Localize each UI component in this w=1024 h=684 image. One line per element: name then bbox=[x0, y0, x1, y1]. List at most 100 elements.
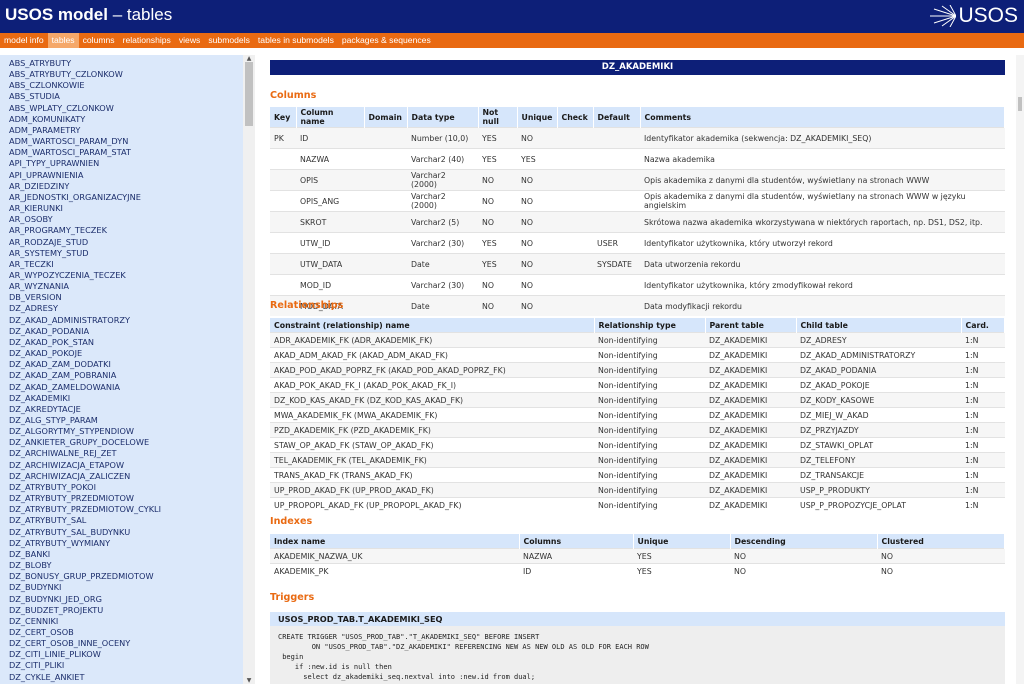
table-cell: 1:N bbox=[961, 332, 1005, 348]
table-row: AKAD_POD_AKAD_POPRZ_FK (AKAD_POD_AKAD_PO… bbox=[270, 362, 1005, 378]
sidebar-table-link[interactable]: DZ_CERT_OSOB bbox=[9, 627, 243, 638]
sidebar-table-link[interactable]: DZ_BLOBY bbox=[9, 560, 243, 571]
table-cell: AKAD_POD_AKAD_POPRZ_FK (AKAD_POD_AKAD_PO… bbox=[270, 362, 594, 378]
sidebar-table-link[interactable]: DZ_AKAD_POKOJE bbox=[9, 348, 243, 359]
page-title: USOS model – tables bbox=[5, 5, 172, 25]
sidebar-table-link[interactable]: ABS_ATRYBUTY bbox=[9, 58, 243, 69]
nav-item-packages-sequences[interactable]: packages & sequences bbox=[338, 33, 435, 48]
table-cell bbox=[557, 295, 593, 316]
sidebar-table-link[interactable]: AR_DZIEDZINY bbox=[9, 181, 243, 192]
sidebar-table-link[interactable]: DZ_CENNIKI bbox=[9, 616, 243, 627]
nav-item-tables-in-submodels[interactable]: tables in submodels bbox=[254, 33, 338, 48]
sidebar-scroll-thumb[interactable] bbox=[245, 62, 253, 126]
sidebar-table-link[interactable]: ABS_STUDIA bbox=[9, 91, 243, 102]
nav-item-tables[interactable]: tables bbox=[47, 33, 79, 48]
table-cell: DZ_TRANSAKCJE bbox=[796, 467, 961, 483]
sidebar-table-link[interactable]: DB_VERSION bbox=[9, 292, 243, 303]
sidebar-table-link[interactable]: DZ_AKADEMIKI bbox=[9, 393, 243, 404]
sidebar-table-link[interactable]: DZ_AKAD_ZAM_DODATKI bbox=[9, 359, 243, 370]
sidebar-table-link[interactable]: DZ_ATRYBUTY_SAL bbox=[9, 515, 243, 526]
sidebar-table-link[interactable]: ADM_WARTOSCI_PARAM_DYN bbox=[9, 136, 243, 147]
sidebar-table-link[interactable]: ABS_WPLATY_CZLONKOW bbox=[9, 103, 243, 114]
table-cell bbox=[557, 169, 593, 191]
sidebar-table-link[interactable]: DZ_CITI_LINIE_PLIKOW bbox=[9, 649, 243, 660]
nav-item-submodels[interactable]: submodels bbox=[204, 33, 254, 48]
sidebar-table-link[interactable]: DZ_AKAD_POK_STAN bbox=[9, 337, 243, 348]
sidebar-table-link[interactable]: ADM_PARAMETRY bbox=[9, 125, 243, 136]
sidebar-table-link[interactable]: DZ_ATRYBUTY_POKOI bbox=[9, 482, 243, 493]
sidebar-table-link[interactable]: DZ_ATRYBUTY_WYMIANY bbox=[9, 538, 243, 549]
table-row: AKAD_ADM_AKAD_FK (AKAD_ADM_AKAD_FK) Non-i… bbox=[270, 347, 1005, 363]
table-cell: DZ_AKADEMIKI bbox=[705, 482, 796, 498]
sidebar-table-link[interactable]: DZ_BONUSY_GRUP_PRZEDMIOTOW bbox=[9, 571, 243, 582]
sidebar-table-link[interactable]: AR_WYZNANIA bbox=[9, 281, 243, 292]
sidebar-table-link[interactable]: DZ_ATRYBUTY_SAL_BUDYNKU bbox=[9, 527, 243, 538]
sidebar-table-link[interactable]: AR_WYPOZYCZENIA_TECZEK bbox=[9, 270, 243, 281]
sidebar-table-link[interactable]: DZ_ATRYBUTY_PRZEDMIOTOW_CYKLI bbox=[9, 504, 243, 515]
table-cell: 1:N bbox=[961, 347, 1005, 363]
sidebar-table-link[interactable]: AR_SYSTEMY_STUD bbox=[9, 248, 243, 259]
table-cell: SKROT bbox=[296, 211, 364, 233]
sidebar-table-link[interactable]: AR_OSOBY bbox=[9, 214, 243, 225]
table-cell bbox=[364, 232, 407, 254]
sidebar-table-link[interactable]: DZ_ADRESY bbox=[9, 303, 243, 314]
nav-item-views[interactable]: views bbox=[175, 33, 205, 48]
scroll-down-icon[interactable]: ▼ bbox=[243, 677, 255, 684]
sidebar-table-link[interactable]: AR_KIERUNKI bbox=[9, 203, 243, 214]
sidebar-table-link[interactable]: DZ_BANKI bbox=[9, 549, 243, 560]
nav-item-model-info[interactable]: model info bbox=[0, 33, 48, 48]
sidebar-table-link[interactable]: ADM_KOMUNIKATY bbox=[9, 114, 243, 125]
indexes-table: Index name Columns Unique Descending Cluster… bbox=[270, 534, 1005, 578]
table-cell: NO bbox=[517, 295, 557, 316]
sidebar-table-link[interactable]: API_UPRAWNIENIA bbox=[9, 170, 243, 181]
sidebar-scrollbar[interactable]: ▲ ▼ bbox=[243, 55, 255, 684]
sidebar-table-link[interactable]: DZ_CITI_PLIKI bbox=[9, 660, 243, 671]
sidebar-table-link[interactable]: API_TYPY_UPRAWNIEN bbox=[9, 158, 243, 169]
table-cell: YES bbox=[517, 148, 557, 170]
table-cell: DZ_AKADEMIKI bbox=[705, 437, 796, 453]
sidebar-table-link[interactable]: AR_JEDNOSTKI_ORGANIZACYJNE bbox=[9, 192, 243, 203]
table-cell: Non-identifying bbox=[594, 467, 705, 483]
table-cell: Identyfikator użytkownika, który utworzy… bbox=[640, 232, 1005, 254]
sidebar-table-link[interactable]: ABS_ATRYBUTY_CZLONKOW bbox=[9, 69, 243, 80]
table-cell: Number (10,0) bbox=[407, 127, 478, 149]
sidebar-table-link[interactable]: DZ_ARCHIWIZACJA_ETAPOW bbox=[9, 460, 243, 471]
sidebar-table-link[interactable]: DZ_AKAD_ZAM_POBRANIA bbox=[9, 370, 243, 381]
table-cell bbox=[270, 211, 296, 233]
sidebar-table-link[interactable]: DZ_BUDYNKI bbox=[9, 582, 243, 593]
nav-item-columns[interactable]: columns bbox=[79, 33, 119, 48]
sidebar-table-link[interactable]: DZ_AKAD_ADMINISTRATORZY bbox=[9, 315, 243, 326]
sidebar-table-link[interactable]: AR_TECZKI bbox=[9, 259, 243, 270]
sidebar-table-link[interactable]: DZ_ATRYBUTY_PRZEDMIOTOW bbox=[9, 493, 243, 504]
table-cell: DZ_AKADEMIKI bbox=[705, 422, 796, 438]
scroll-up-icon[interactable]: ▲ bbox=[243, 55, 255, 62]
table-cell bbox=[557, 253, 593, 275]
sidebar-table-link[interactable]: DZ_ARCHIWIZACJA_ZALICZEN bbox=[9, 471, 243, 482]
trigger-name: USOS_PROD_TAB.T_AKADEMIKI_SEQ bbox=[270, 612, 1005, 626]
sidebar-table-link[interactable]: AR_RODZAJE_STUD bbox=[9, 237, 243, 248]
main-scrollbar[interactable] bbox=[1016, 55, 1024, 684]
table-cell bbox=[364, 274, 407, 296]
sidebar-table-link[interactable]: DZ_ARCHIWALNE_REJ_ZET bbox=[9, 448, 243, 459]
sidebar-table-link[interactable]: DZ_ALGORYTMY_STYPENDIOW bbox=[9, 426, 243, 437]
sidebar-table-link[interactable]: DZ_AKREDYTACJE bbox=[9, 404, 243, 415]
title-section: tables bbox=[126, 5, 173, 24]
main-scroll-thumb[interactable] bbox=[1018, 97, 1022, 111]
sidebar-table-link[interactable]: DZ_ALG_STYP_PARAM bbox=[9, 415, 243, 426]
table-cell: Non-identifying bbox=[594, 422, 705, 438]
sidebar-table-link[interactable]: AR_PROGRAMY_TECZEK bbox=[9, 225, 243, 236]
sidebar-table-link[interactable]: ADM_WARTOSCI_PARAM_STAT bbox=[9, 147, 243, 158]
sidebar-table-link[interactable]: DZ_BUDYNKI_JED_ORG bbox=[9, 594, 243, 605]
relationships-heading: Relationships bbox=[270, 300, 344, 311]
sidebar-table-link[interactable]: DZ_CYKLE_ANKIET bbox=[9, 672, 243, 683]
sidebar-table-link[interactable]: DZ_ANKIETER_GRUPY_DOCELOWE bbox=[9, 437, 243, 448]
triggers-heading: Triggers bbox=[270, 592, 315, 603]
table-cell bbox=[557, 148, 593, 170]
table-cell: NO bbox=[478, 169, 517, 191]
sidebar-table-link[interactable]: DZ_BUDZET_PROJEKTU bbox=[9, 605, 243, 616]
nav-item-relationships[interactable]: relationships bbox=[119, 33, 175, 48]
sidebar-table-link[interactable]: ABS_CZLONKOWIE bbox=[9, 80, 243, 91]
sidebar-table-link[interactable]: DZ_AKAD_ZAMELDOWANIA bbox=[9, 382, 243, 393]
sidebar-table-link[interactable]: DZ_CERT_OSOB_INNE_OCENY bbox=[9, 638, 243, 649]
sidebar-table-link[interactable]: DZ_AKAD_PODANIA bbox=[9, 326, 243, 337]
